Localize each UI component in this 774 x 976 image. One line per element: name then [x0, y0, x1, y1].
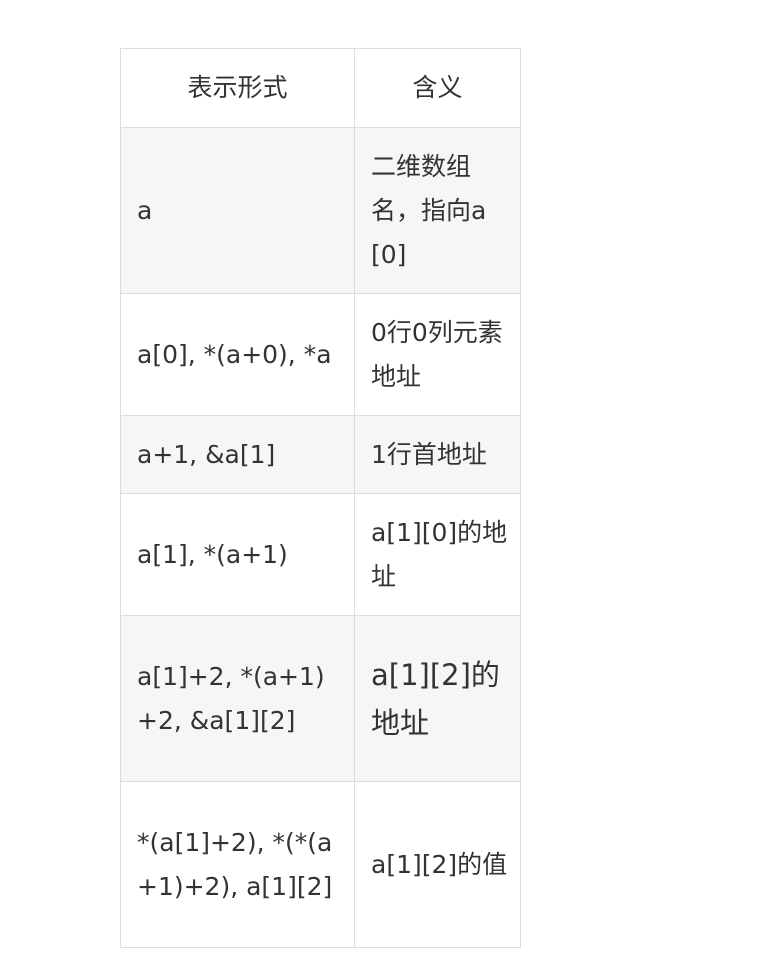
- cell-meaning: 1行首地址: [354, 415, 521, 494]
- cell-representation: *(a[1]+2), *(*(a+1)+2), a[1][2]: [120, 781, 355, 948]
- cell-representation: a+1, &a[1]: [120, 415, 355, 494]
- cell-meaning: a[1][2]的地址: [354, 615, 521, 782]
- header-meaning: 含义: [354, 48, 521, 128]
- cell-meaning: a[1][0]的地址: [354, 493, 521, 616]
- cell-meaning: 二维数组名，指向a[0]: [354, 127, 521, 294]
- cell-meaning: 0行0列元素地址: [354, 293, 521, 416]
- cell-representation: a[1], *(a+1): [120, 493, 355, 616]
- table-row: a[0], *(a+0), *a 0行0列元素地址: [120, 293, 521, 416]
- table-row: a 二维数组名，指向a[0]: [120, 127, 521, 294]
- table-row: a+1, &a[1] 1行首地址: [120, 415, 521, 494]
- pointer-expression-table: 表示形式 含义 a 二维数组名，指向a[0] a[0], *(a+0), *a …: [120, 48, 521, 948]
- header-representation: 表示形式: [120, 48, 355, 128]
- cell-representation: a[0], *(a+0), *a: [120, 293, 355, 416]
- cell-meaning: a[1][2]的值: [354, 781, 521, 948]
- table-row: a[1], *(a+1) a[1][0]的地址: [120, 493, 521, 616]
- cell-representation: a: [120, 127, 355, 294]
- table-header-row: 表示形式 含义: [120, 48, 521, 128]
- cell-representation: a[1]+2, *(a+1)+2, &a[1][2]: [120, 615, 355, 782]
- table-row: a[1]+2, *(a+1)+2, &a[1][2] a[1][2]的地址: [120, 615, 521, 782]
- table-row: *(a[1]+2), *(*(a+1)+2), a[1][2] a[1][2]的…: [120, 781, 521, 948]
